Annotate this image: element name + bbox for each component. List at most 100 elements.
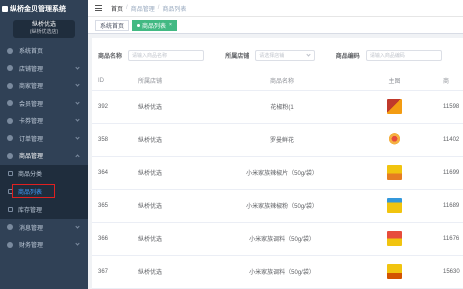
sidebar-item-member[interactable]: 会员管理 (0, 95, 88, 113)
cell-store: 纵桥优选 (132, 156, 212, 190)
sidebar-item-message[interactable]: 消息管理 (0, 219, 88, 237)
active-dot-icon (137, 23, 141, 27)
order-icon (7, 135, 13, 142)
message-icon (7, 224, 13, 231)
column-header-image: 主图 (352, 72, 437, 91)
product-code-input[interactable]: 请输入商品编码 (365, 49, 442, 61)
sidebar-item-label: 商家管理 (19, 84, 44, 91)
app-title: 纵桥金贝管理系统 (10, 5, 66, 13)
sidebar-item-label: 系统首页 (19, 49, 44, 56)
cell-name: 小米家族辣椒粉（50g/袋） (212, 189, 352, 223)
product-thumbnail[interactable] (387, 231, 402, 246)
user-icon (7, 100, 13, 107)
sidebar-item-shop[interactable]: 店铺管理 (0, 60, 88, 78)
product-thumbnail[interactable] (387, 132, 402, 147)
chevron-down-icon (75, 99, 80, 105)
sidebar-item-home[interactable]: 系统首页 (0, 42, 88, 60)
sidebar-item-label: 卡券管理 (19, 119, 44, 126)
cell-id: 367 (92, 255, 132, 289)
product-submenu: 商品分类 商品列表 库存管理 (0, 164, 88, 219)
cell-image (352, 90, 437, 124)
sidebar-item-merchant[interactable]: 商家管理 (0, 77, 88, 95)
cell-code: 11699 (437, 156, 463, 190)
table-row[interactable]: 366 纵桥优选 小米家族调料（50g/袋） 11676 (92, 222, 463, 256)
product-thumbnail[interactable] (387, 99, 402, 114)
table-header: ID 所属店铺 商品名称 主图 商 (92, 72, 463, 91)
column-header-id: ID (92, 72, 132, 91)
table-row[interactable]: 367 纵桥优选 小米家族调料（50g/袋） 15630 (92, 255, 463, 289)
product-code-label: 商品编码 (335, 53, 360, 60)
sidebar-item-label: 财务管理 (19, 243, 44, 250)
close-icon[interactable]: × (169, 22, 172, 28)
topbar: 首页 / 商品管理 / 商品列表 (88, 0, 463, 17)
owner-store-select[interactable]: 请选择店铺 (255, 49, 315, 61)
chevron-down-icon (75, 241, 80, 246)
breadcrumb-current: 商品列表 (162, 6, 187, 13)
sidebar-item-label: 商品管理 (19, 154, 44, 161)
cell-id: 392 (92, 90, 132, 124)
breadcrumb-product[interactable]: 商品管理 (131, 4, 155, 13)
product-name-input[interactable]: 请输入商品名称 (128, 49, 205, 61)
sidebar-item-finance[interactable]: 财务管理 (0, 236, 88, 254)
chevron-up-icon (75, 154, 80, 159)
inventory-icon (8, 207, 13, 212)
cell-id: 364 (92, 156, 132, 190)
owner-store-label: 所属店铺 (225, 53, 250, 60)
column-header-store: 所属店铺 (132, 72, 212, 91)
column-header-name: 商品名称 (212, 72, 352, 91)
highlight-box (12, 183, 55, 198)
chevron-down-icon (75, 134, 80, 140)
sidebar-subitem-inventory[interactable]: 库存管理 (0, 201, 88, 219)
column-header-code: 商 (437, 72, 463, 91)
cell-store: 纵桥优选 (132, 189, 212, 223)
cell-id: 366 (92, 222, 132, 256)
cell-name: 罗曼鲜花 (212, 123, 352, 157)
product-thumbnail[interactable] (387, 165, 402, 180)
sidebar-item-product[interactable]: 商品管理 (0, 147, 88, 165)
sidebar-item-label: 订单管理 (19, 136, 44, 143)
cell-name: 花椒粉(1 (212, 90, 352, 124)
cell-store: 纵桥优选 (132, 255, 212, 289)
finance-icon (7, 241, 13, 248)
sidebar-subitem-product-list[interactable]: 商品列表 (0, 183, 88, 201)
store-subtitle: (纵桥优选店) (29, 29, 59, 35)
logo-icon (2, 5, 8, 12)
cell-id: 358 (92, 123, 132, 157)
sidebar: 纵桥金贝管理系统 纵桥优选 (纵桥优选店) 系统首页 店铺管理 商家管理 会员管… (0, 0, 88, 289)
cell-name: 小米家族调料（50g/袋） (212, 255, 352, 289)
tag-label: 系统首页 (100, 23, 125, 30)
product-code-placeholder: 请输入商品编码 (369, 52, 405, 59)
cell-code: 11676 (437, 222, 463, 256)
chevron-down-icon (75, 82, 80, 87)
product-thumbnail[interactable] (387, 198, 402, 213)
store-switcher[interactable]: 纵桥优选 (纵桥优选店) (13, 20, 75, 38)
sidebar-item-order[interactable]: 订单管理 (0, 130, 88, 148)
sidebar-item-coupon[interactable]: 卡券管理 (0, 112, 88, 130)
table-row[interactable]: 358 纵桥优选 罗曼鲜花 11402 (92, 123, 463, 157)
product-thumbnail[interactable] (387, 264, 402, 279)
table-row[interactable]: 364 纵桥优选 小米家族辣椒片（50g/袋） 11699 (92, 156, 463, 190)
chevron-down-icon (75, 223, 80, 229)
brand: 纵桥金贝管理系统 (0, 0, 88, 17)
store-name: 纵桥优选 (31, 22, 56, 28)
cell-id: 365 (92, 189, 132, 223)
product-table: ID 所属店铺 商品名称 主图 商 392 纵桥优选 花椒粉(1 11598 3… (92, 72, 463, 289)
chevron-down-icon (75, 117, 80, 122)
breadcrumb-home[interactable]: 首页 (111, 4, 123, 13)
cell-image (352, 123, 437, 157)
cell-image (352, 222, 437, 256)
sidebar-subitem-category[interactable]: 商品分类 (0, 165, 88, 183)
table-row[interactable]: 365 纵桥优选 小米家族辣椒粉（50g/袋） 11689 (92, 189, 463, 223)
cell-store: 纵桥优选 (132, 90, 212, 124)
tag-home[interactable]: 系统首页 (95, 19, 130, 31)
main-panel: 商品名称 请输入商品名称 所属店铺 请选择店铺 商品编码 请输入商品编码 ID … (92, 38, 463, 289)
tags-view: 系统首页 商品列表 × (88, 17, 463, 34)
table-row[interactable]: 392 纵桥优选 花椒粉(1 11598 (92, 90, 463, 124)
cell-image (352, 156, 437, 190)
sidebar-item-label: 店铺管理 (19, 66, 44, 73)
cell-code: 15630 (437, 255, 463, 289)
tag-label: 商品列表 (142, 23, 167, 30)
hamburger-icon[interactable] (95, 5, 102, 11)
tag-product-list[interactable]: 商品列表 × (132, 19, 177, 31)
chevron-down-icon (75, 64, 80, 70)
